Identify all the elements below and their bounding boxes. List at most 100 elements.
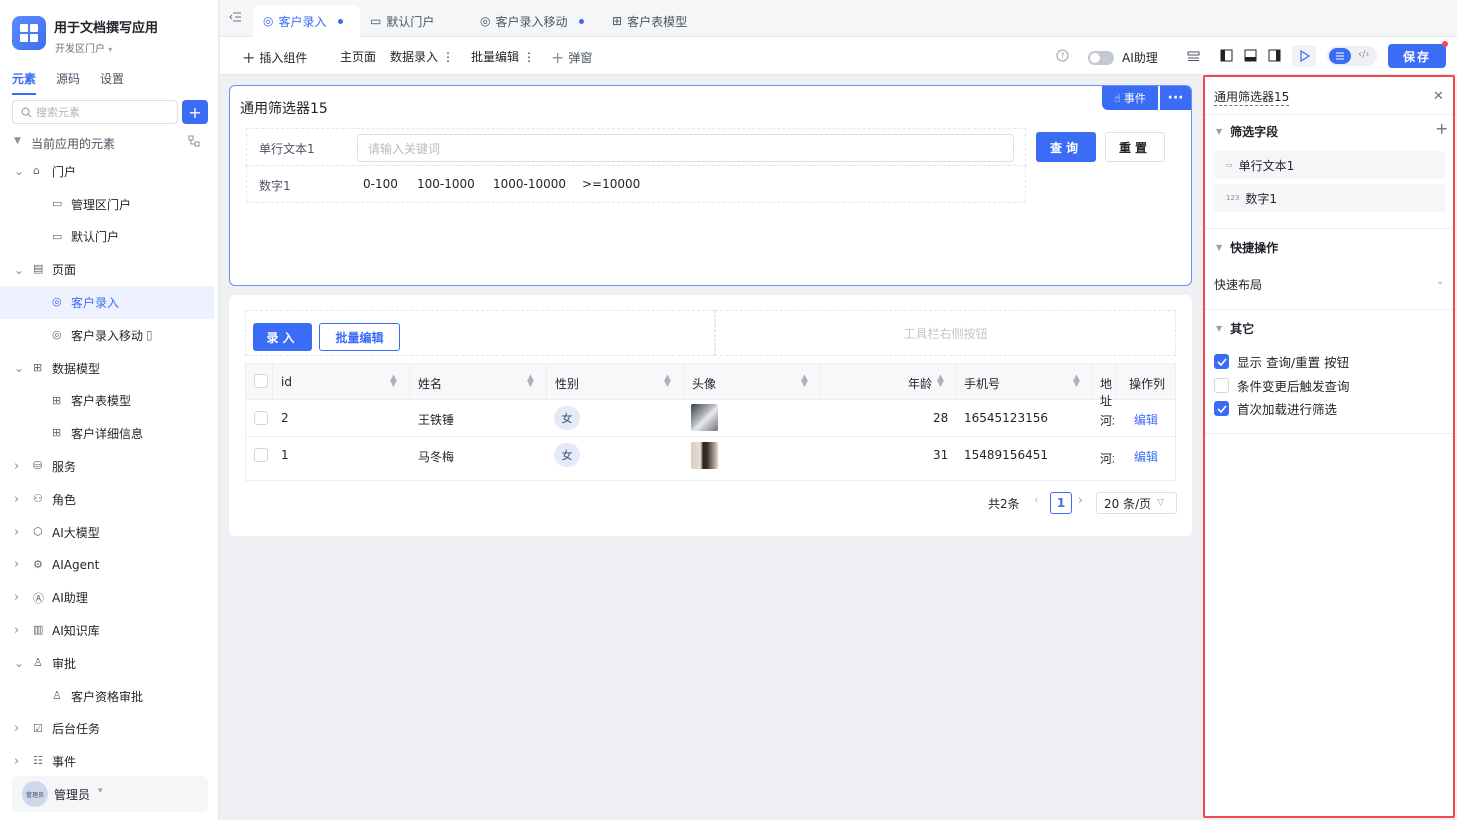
row-checkbox[interactable]	[254, 448, 268, 462]
add-element-button[interactable]: +	[182, 100, 208, 124]
number-option[interactable]: >=10000	[582, 177, 640, 191]
chevron-right-icon[interactable]: ›	[14, 623, 24, 638]
tree-item[interactable]: ⊞ 客户表模型	[0, 385, 214, 418]
more-options-button[interactable]: ···	[1160, 86, 1191, 110]
tab-elements[interactable]: 元素	[12, 70, 37, 95]
chevron-right-icon[interactable]: ›	[14, 590, 24, 605]
event-button[interactable]: ☝ 事件	[1102, 86, 1158, 110]
tree-item[interactable]: › ⚙ AIAgent	[0, 549, 214, 582]
checkbox-unchecked[interactable]	[1214, 378, 1229, 393]
sort-icon[interactable]: ▲ ▼	[664, 374, 671, 389]
tree-item[interactable]: ⌄ ⌂ 门户	[0, 155, 214, 188]
reset-button[interactable]: 重置	[1105, 132, 1165, 162]
column-header-age[interactable]: 年龄	[908, 375, 932, 392]
chevron-down-icon[interactable]: ⌄	[14, 263, 24, 277]
number-option[interactable]: 0-100	[363, 177, 398, 191]
tree-item[interactable]: ⊞ 客户详细信息	[0, 417, 214, 450]
sort-icon[interactable]: ▲ ▼	[527, 374, 534, 389]
option-trigger-on-change[interactable]: 条件变更后触发查询	[1214, 376, 1350, 395]
collapse-sidebar-icon[interactable]	[229, 11, 242, 23]
column-header-gender[interactable]: 性别	[555, 375, 579, 392]
add-popup-button[interactable]: + 弹窗	[551, 48, 592, 67]
sort-icon[interactable]: ▲ ▼	[1073, 374, 1080, 389]
view-mode-switch[interactable]: ‹/›	[1327, 46, 1377, 66]
table-row[interactable]: 1 马冬梅 女 31 15489156451 河北 编辑	[246, 438, 1175, 475]
prev-page-icon[interactable]: ‹	[1034, 493, 1039, 507]
chevron-right-icon[interactable]: ›	[14, 754, 24, 769]
avatar-thumbnail[interactable]	[691, 404, 718, 431]
tree-item[interactable]: › ⚇ 角色	[0, 483, 214, 516]
right-panel-icon[interactable]	[1268, 49, 1281, 62]
avatar-thumbnail[interactable]	[691, 442, 718, 469]
section-other[interactable]: ▼ 其它	[1216, 320, 1254, 337]
chevron-right-icon[interactable]: ›	[14, 492, 24, 507]
settings-mode-icon[interactable]	[1329, 48, 1351, 64]
sort-icon[interactable]: ▲ ▼	[390, 374, 397, 389]
tab-customer-model[interactable]: ⊞ 客户表模型	[602, 5, 702, 37]
batch-edit-button[interactable]: 批量编辑	[319, 323, 400, 351]
tab-source[interactable]: 源码	[56, 70, 80, 95]
column-header-id[interactable]: id	[281, 375, 292, 389]
tree-item[interactable]: ◎ 客户录入移动 ▯	[0, 319, 214, 352]
checkbox-checked[interactable]	[1214, 401, 1229, 416]
help-icon[interactable]: ?	[1056, 49, 1069, 62]
chevron-right-icon[interactable]: ›	[14, 459, 24, 474]
sort-icon[interactable]: ▲ ▼	[801, 374, 808, 389]
column-header-avatar[interactable]: 头像	[692, 375, 716, 392]
insert-component-button[interactable]: + 插入组件	[242, 48, 307, 67]
section-quick-actions[interactable]: ▼ 快捷操作	[1216, 239, 1278, 256]
number-option[interactable]: 100-1000	[417, 177, 475, 191]
tree-item[interactable]: ▭ 默认门户	[0, 221, 214, 254]
quick-layout-select[interactable]: 快速布局 ⌄	[1214, 276, 1446, 293]
left-panel-icon[interactable]	[1220, 49, 1233, 62]
tree-item[interactable]: ⌄ ⊞ 数据模型	[0, 352, 214, 385]
tree-item[interactable]: ◎ 客户录入	[0, 286, 214, 319]
search-input[interactable]: 搜索元素	[12, 100, 178, 124]
tree-item[interactable]: ♙ 客户资格审批	[0, 680, 214, 713]
column-header-name[interactable]: 姓名	[418, 375, 442, 392]
edit-link[interactable]: 编辑	[1134, 411, 1158, 428]
chevron-down-icon[interactable]: ▼	[14, 136, 21, 146]
page-number[interactable]: 1	[1050, 492, 1072, 514]
collapse-tree-icon[interactable]	[188, 135, 200, 147]
data-entry-menu[interactable]: 数据录入 ⋮	[390, 48, 454, 65]
sort-icon[interactable]: ▲ ▼	[937, 374, 944, 389]
filter-field-item[interactable]: ▭ 单行文本1	[1214, 151, 1446, 179]
add-field-icon[interactable]: +	[1435, 119, 1448, 138]
close-icon[interactable]: ✕	[1433, 89, 1444, 104]
chevron-down-icon[interactable]: ⌄	[14, 361, 24, 375]
tree-item[interactable]: ⌄ ▤ 页面	[0, 253, 214, 286]
option-filter-on-load[interactable]: 首次加载进行筛选	[1214, 399, 1337, 418]
number-option[interactable]: 1000-10000	[493, 177, 566, 191]
tab-customer-entry-mobile[interactable]: ◎ 客户录入移动	[470, 5, 594, 37]
entry-button[interactable]: 录入	[253, 323, 312, 351]
keyword-input[interactable]: 请输入关键词	[357, 134, 1014, 162]
code-icon[interactable]: ‹/›	[1358, 49, 1369, 60]
layout-grid-icon[interactable]	[1187, 50, 1200, 62]
checkbox-checked[interactable]	[1214, 354, 1229, 369]
table-row[interactable]: 2 王铁锤 女 28 16545123156 河北 编辑	[246, 400, 1175, 437]
tree-item[interactable]: › ☑ 后台任务	[0, 713, 214, 746]
next-page-icon[interactable]: ›	[1078, 493, 1083, 507]
ai-assistant-toggle[interactable]	[1088, 51, 1114, 65]
app-subtitle-dropdown[interactable]: 开发区门户 ▾	[55, 40, 112, 55]
chevron-right-icon[interactable]: ›	[14, 721, 24, 736]
chevron-right-icon[interactable]: ›	[14, 525, 24, 540]
tree-item[interactable]: › ☷ 事件	[0, 745, 214, 778]
edit-link[interactable]: 编辑	[1134, 448, 1158, 465]
column-header-phone[interactable]: 手机号	[964, 375, 1000, 392]
chevron-right-icon[interactable]: ›	[14, 557, 24, 572]
option-show-buttons[interactable]: 显示 查询/重置 按钮	[1214, 352, 1349, 371]
preview-button[interactable]	[1292, 45, 1316, 67]
chevron-down-icon[interactable]: ⌄	[14, 164, 24, 178]
chevron-down-icon[interactable]: ⌄	[14, 656, 24, 670]
tree-item[interactable]: › Ⓐ AI助理	[0, 581, 214, 614]
tab-customer-entry[interactable]: ◎ 客户录入	[253, 5, 360, 37]
query-button[interactable]: 查询	[1036, 132, 1096, 162]
user-menu[interactable]: 管理员 管理员 ▾	[12, 776, 208, 812]
batch-edit-menu[interactable]: 批量编辑 ⋮	[471, 48, 535, 65]
page-size-select[interactable]: 20 条/页 ▽	[1096, 492, 1177, 514]
section-filter-fields[interactable]: ▼ 筛选字段	[1216, 123, 1278, 140]
tab-settings[interactable]: 设置	[100, 70, 124, 95]
tree-item[interactable]: ▭ 管理区门户	[0, 188, 214, 221]
